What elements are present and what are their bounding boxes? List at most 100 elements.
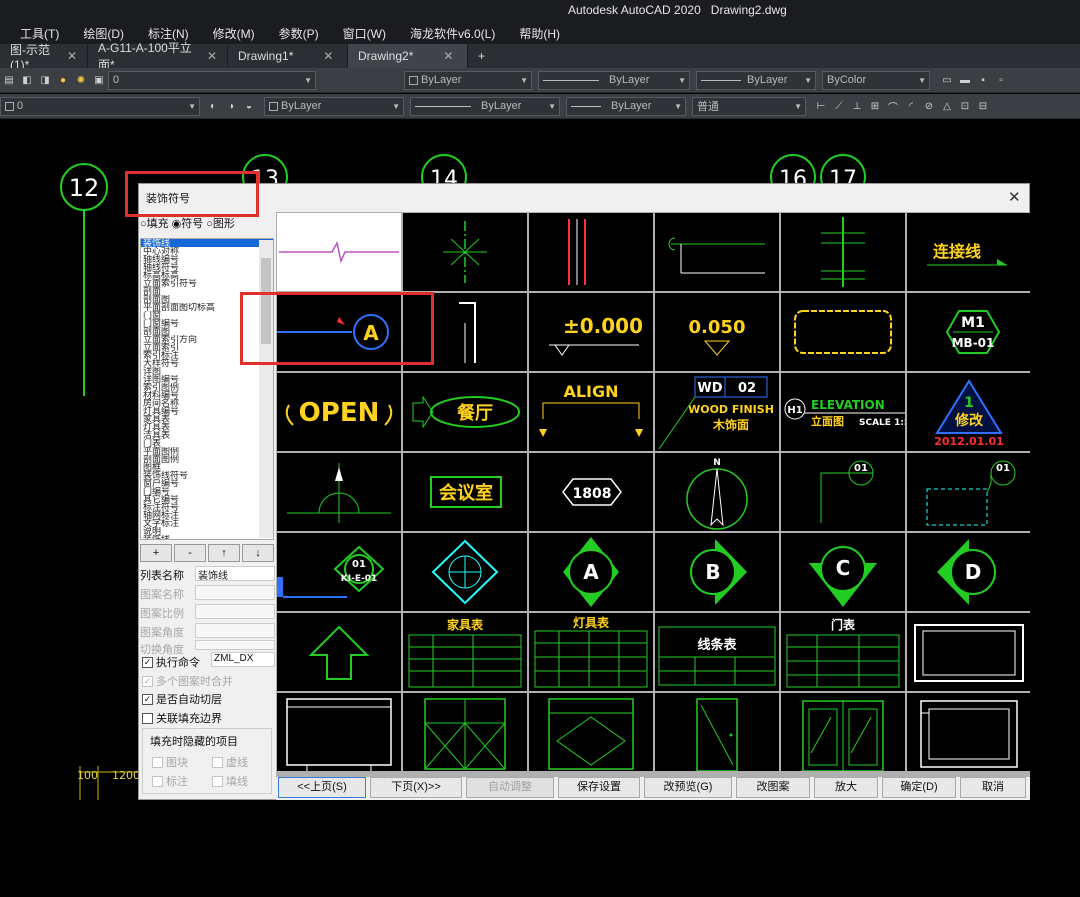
connect-line-symbol[interactable]: 连接线 <box>907 213 1031 291</box>
auto-adjust-button[interactable]: 自动调整 <box>466 777 554 798</box>
dim-diameter-icon[interactable]: ⊘ <box>922 99 936 113</box>
list-item[interactable]: 灯具表 <box>141 423 273 431</box>
ok-button[interactable]: 确定(D) <box>882 777 956 798</box>
list-item[interactable]: 房间名称 <box>141 399 273 407</box>
save-icon[interactable]: ▪ <box>976 73 990 87</box>
list-item[interactable]: 灯具编号 <box>141 407 273 415</box>
pattern-angle-input[interactable] <box>195 623 275 638</box>
list-item[interactable]: 标高标高 <box>141 271 273 279</box>
north-symbol[interactable] <box>277 453 401 531</box>
layer-icon[interactable]: ◨ <box>38 73 52 87</box>
dim-radius-icon[interactable]: ◜ <box>904 99 918 113</box>
material-tag-symbol[interactable]: WD 02 WOOD FINISH 木饰面 <box>655 373 779 451</box>
index-c-symbol[interactable]: C <box>781 533 905 611</box>
color-combo[interactable]: ByLayer ▼ <box>404 70 532 90</box>
window-elevation-symbol[interactable] <box>781 693 905 771</box>
list-item[interactable]: 中心对称 <box>141 247 273 255</box>
list-up-button[interactable]: ↑ <box>208 544 240 562</box>
layer-combo[interactable]: 0 ▼ <box>108 70 316 90</box>
list-down-button[interactable]: ↓ <box>242 544 274 562</box>
detail-tag-symbol[interactable]: 01 <box>907 453 1031 531</box>
leader-tag-symbol[interactable]: 01 <box>781 453 905 531</box>
list-item[interactable]: 图框 <box>141 463 273 471</box>
index-a-symbol[interactable]: A <box>529 533 653 611</box>
index-d-symbol[interactable]: D <box>907 533 1031 611</box>
cabinet-1-symbol[interactable] <box>277 693 401 771</box>
edit-preview-button[interactable]: 改预览(G) <box>644 777 732 798</box>
center-symmetry-symbol[interactable] <box>403 213 527 291</box>
layer-walk-icon[interactable]: ◒ <box>242 99 256 113</box>
list-item[interactable]: 门表 <box>141 439 273 447</box>
exec-command-input[interactable]: ZML_DX <box>211 652 275 667</box>
switch-angle-input[interactable] <box>195 640 275 650</box>
door-table-symbol[interactable]: 门表 <box>781 613 905 691</box>
prev-page-button[interactable]: <<上页(S) <box>278 777 366 798</box>
dim-baseline-icon[interactable]: ⊞ <box>868 99 882 113</box>
door-elevation-symbol[interactable] <box>655 693 779 771</box>
tab-drawing-demo[interactable]: 图-示范(1)* ✕ <box>0 43 88 72</box>
list-item[interactable]: 其它编号 <box>141 495 273 503</box>
list-item[interactable]: 标注符号 <box>141 503 273 511</box>
open-symbol[interactable]: OPEN <box>277 373 401 451</box>
room-label-symbol[interactable]: 会议室 <box>403 453 527 531</box>
list-item[interactable]: 文字标注 <box>141 519 273 527</box>
color2-combo[interactable]: ByLayer ▼ <box>264 96 404 116</box>
cabinet-3-symbol[interactable] <box>529 693 653 771</box>
dim-tolerance-icon[interactable]: ⊟ <box>976 99 990 113</box>
exec-command-checkbox[interactable]: ✓ 执行命令 <box>142 654 200 670</box>
merge-patterns-checkbox[interactable]: ✓ 多个图案时合并 <box>142 673 233 689</box>
pattern-name-input[interactable] <box>195 585 275 600</box>
close-icon[interactable]: ✕ <box>323 49 333 63</box>
list-item[interactable]: 材料编号 <box>141 391 273 399</box>
list-item[interactable]: 详图编号 <box>141 375 273 383</box>
close-icon[interactable]: ✕ <box>443 49 453 63</box>
elevation-zero-symbol[interactable]: ±0.000 <box>529 293 653 371</box>
bulb-icon[interactable]: ● <box>56 73 70 87</box>
folder-icon[interactable]: ▭ <box>940 73 954 87</box>
zoom-button[interactable]: 放大 <box>814 777 878 798</box>
lock-icon[interactable]: ▣ <box>92 73 106 87</box>
list-item[interactable]: 平面图例 <box>141 447 273 455</box>
close-icon[interactable]: ✕ <box>207 49 217 63</box>
dim-ordinate-icon[interactable]: ⊥ <box>850 99 864 113</box>
edit-pattern-button[interactable]: 改图案 <box>736 777 810 798</box>
new-tab-button[interactable]: + <box>468 44 498 68</box>
list-item[interactable]: 轴线编号 <box>141 255 273 263</box>
assoc-boundary-checkbox[interactable]: 关联填充边界 <box>142 710 222 726</box>
menu-tools[interactable]: 工具(T) <box>20 25 59 42</box>
cabinet-2-symbol[interactable] <box>403 693 527 771</box>
tab-drawing2[interactable]: Drawing2* ✕ <box>348 44 468 68</box>
index-b-symbol[interactable]: B <box>655 533 779 611</box>
lineweight2-combo[interactable]: ByLayer ▼ <box>566 96 686 116</box>
cancel-button[interactable]: 取消 <box>960 777 1026 798</box>
door-tag-symbol[interactable]: M1 MB-01 <box>907 293 1031 371</box>
radio-symbol[interactable]: ◉符号 <box>172 215 204 231</box>
list-item[interactable]: 详图 <box>141 367 273 375</box>
print-icon[interactable]: ▫ <box>994 73 1008 87</box>
list-item[interactable]: 索引图例 <box>141 383 273 391</box>
menu-modify[interactable]: 修改(M) <box>213 25 255 42</box>
menu-window[interactable]: 窗口(W) <box>343 25 386 42</box>
list-item[interactable]: 轴线符号 <box>141 263 273 271</box>
hide-dim-checkbox[interactable]: 标注 <box>152 773 188 789</box>
elevation-value-symbol[interactable]: 0.050 <box>655 293 779 371</box>
menu-parametric[interactable]: 参数(P) <box>279 25 319 42</box>
open-icon[interactable]: ▬ <box>958 73 972 87</box>
dim-aligned-icon[interactable]: ⟋ <box>832 99 846 113</box>
four-way-index-symbol[interactable] <box>403 533 527 611</box>
lighting-table-symbol[interactable]: 灯具表 <box>529 613 653 691</box>
list-item[interactable]: 说明 <box>141 527 273 535</box>
menu-hailong[interactable]: 海龙软件v6.0(L) <box>410 25 495 42</box>
material-table-symbol[interactable]: 线条表 <box>655 613 779 691</box>
layer-properties-icon[interactable]: ▤ <box>2 73 16 87</box>
pattern-scale-input[interactable] <box>195 604 275 619</box>
dim-linear-icon[interactable]: ⊢ <box>814 99 828 113</box>
list-item[interactable]: 洁具表 <box>141 431 273 439</box>
sun-icon[interactable]: ✺ <box>74 73 88 87</box>
dim-arc-icon[interactable]: ⌒ <box>886 99 900 114</box>
list-name-input[interactable]: 装饰线 <box>195 566 275 582</box>
cloud-rev-symbol[interactable] <box>781 293 905 371</box>
match-layer-icon[interactable]: ◐ <box>206 99 220 113</box>
break-line-symbol[interactable] <box>655 213 779 291</box>
list-item[interactable]: 装饰线 <box>141 535 273 539</box>
